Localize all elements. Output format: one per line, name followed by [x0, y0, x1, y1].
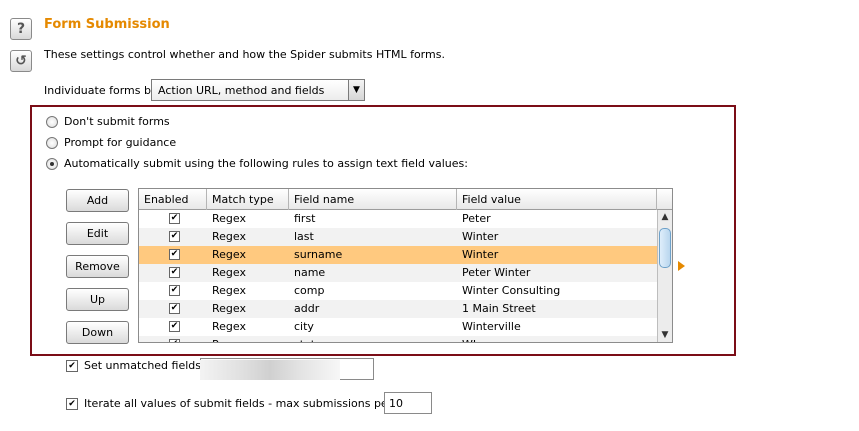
individuate-selected-value: Action URL, method and fields [158, 83, 325, 97]
match-type-cell: Regex [212, 284, 246, 297]
field-value-cell: Winter Consulting [462, 284, 561, 297]
enabled-checkbox[interactable]: ✔ [169, 249, 180, 260]
table-row[interactable]: ✔ Regex comp Winter Consulting [139, 282, 657, 300]
column-header-field-value[interactable]: Field value [457, 189, 657, 210]
column-header-field-name[interactable]: Field name [289, 189, 457, 210]
table-row[interactable]: ✔ Regex first Peter [139, 210, 657, 228]
field-name-cell: addr [294, 302, 320, 315]
section-title: Form Submission [44, 17, 170, 32]
field-value-cell: Peter Winter [462, 266, 531, 279]
unmatched-checkbox[interactable]: ✔ [66, 359, 78, 372]
field-name-cell: comp [294, 284, 325, 297]
iterate-checkbox[interactable]: ✔ [66, 397, 78, 410]
match-type-cell: Regex [212, 302, 246, 315]
match-type-cell: Regex [212, 248, 246, 261]
table-row[interactable]: ✔ Regex name Peter Winter [139, 264, 657, 282]
table-row[interactable]: ✔ Regex last Winter [139, 228, 657, 246]
radio-label: Prompt for guidance [64, 136, 177, 149]
table-header: Enabled Match type Field name Field valu… [139, 189, 672, 210]
radio-button[interactable] [46, 157, 58, 170]
max-submissions-value: 10 [389, 396, 403, 410]
field-name-cell: surname [294, 248, 343, 261]
help-button[interactable]: ? [10, 18, 32, 40]
enabled-checkbox[interactable]: ✔ [169, 285, 180, 296]
field-value-cell: Peter [462, 212, 491, 225]
table-row[interactable]: ✔ Regex state WI [139, 336, 657, 342]
enabled-checkbox[interactable]: ✔ [169, 303, 180, 314]
match-type-cell: Regex [212, 336, 246, 342]
section-description: These settings control whether and how t… [44, 48, 445, 61]
scroll-thumb[interactable] [659, 228, 671, 268]
field-value-cell: Winter [462, 248, 499, 261]
redacted-value [200, 360, 340, 380]
remove-button[interactable]: Remove [66, 255, 129, 278]
radio-auto-submit[interactable]: Automatically submit using the following… [46, 157, 468, 170]
field-value-cell: WI [462, 336, 476, 342]
column-header-match-type[interactable]: Match type [207, 189, 289, 210]
match-type-cell: Regex [212, 266, 246, 279]
field-value-cell: 1 Main Street [462, 302, 536, 315]
unmatched-fields-option[interactable]: ✔ Set unmatched fields to: [66, 359, 219, 372]
match-type-cell: Regex [212, 320, 246, 333]
enabled-checkbox[interactable]: ✔ [169, 339, 180, 342]
iterate-submit-option[interactable]: ✔ Iterate all values of submit fields - … [66, 397, 425, 410]
reset-icon: ↺ [15, 53, 27, 69]
individuate-select[interactable]: Action URL, method and fields ▼ [151, 79, 365, 101]
enabled-checkbox[interactable]: ✔ [169, 267, 180, 278]
table-body: ✔ Regex first Peter ✔ Regex last Winter ✔ Regex su… [139, 210, 657, 342]
field-value-cell: Winterville [462, 320, 521, 333]
up-button[interactable]: Up [66, 288, 129, 311]
expand-arrow-icon[interactable] [678, 261, 685, 271]
match-type-cell: Regex [212, 212, 246, 225]
field-name-cell: last [294, 230, 314, 243]
chevron-down-icon[interactable]: ▼ [348, 80, 364, 100]
individuate-label: Individuate forms by: [44, 84, 161, 97]
field-name-cell: state [294, 336, 322, 342]
iterate-label: Iterate all values of submit fields - ma… [84, 397, 426, 410]
enabled-checkbox[interactable]: ✔ [169, 213, 180, 224]
radio-label: Automatically submit using the following… [64, 157, 468, 170]
down-button[interactable]: Down [66, 321, 129, 344]
radio-button[interactable] [46, 115, 58, 128]
unmatched-label: Set unmatched fields to: [84, 359, 220, 372]
edit-button[interactable]: Edit [66, 222, 129, 245]
field-name-cell: first [294, 212, 316, 225]
enabled-checkbox[interactable]: ✔ [169, 231, 180, 242]
max-submissions-input[interactable]: 10 [384, 392, 432, 414]
radio-button[interactable] [46, 136, 58, 149]
radio-dont-submit[interactable]: Don't submit forms [46, 115, 170, 128]
add-button[interactable]: Add [66, 189, 129, 212]
rules-table[interactable]: Enabled Match type Field name Field valu… [138, 188, 673, 343]
match-type-cell: Regex [212, 230, 246, 243]
table-row[interactable]: ✔ Regex city Winterville [139, 318, 657, 336]
enabled-checkbox[interactable]: ✔ [169, 321, 180, 332]
table-row[interactable]: ✔ Regex addr 1 Main Street [139, 300, 657, 318]
scroll-up-icon[interactable]: ▲ [658, 210, 672, 224]
field-name-cell: name [294, 266, 326, 279]
table-row[interactable]: ✔ Regex surname Winter [139, 246, 657, 264]
help-icon: ? [16, 21, 26, 37]
field-name-cell: city [294, 320, 314, 333]
radio-prompt[interactable]: Prompt for guidance [46, 136, 176, 149]
vertical-scrollbar[interactable]: ▲ ▼ [657, 210, 672, 342]
column-header-enabled[interactable]: Enabled [139, 189, 207, 210]
reset-button[interactable]: ↺ [10, 50, 32, 72]
field-value-cell: Winter [462, 230, 499, 243]
scroll-down-icon[interactable]: ▼ [658, 328, 672, 342]
radio-label: Don't submit forms [64, 115, 170, 128]
